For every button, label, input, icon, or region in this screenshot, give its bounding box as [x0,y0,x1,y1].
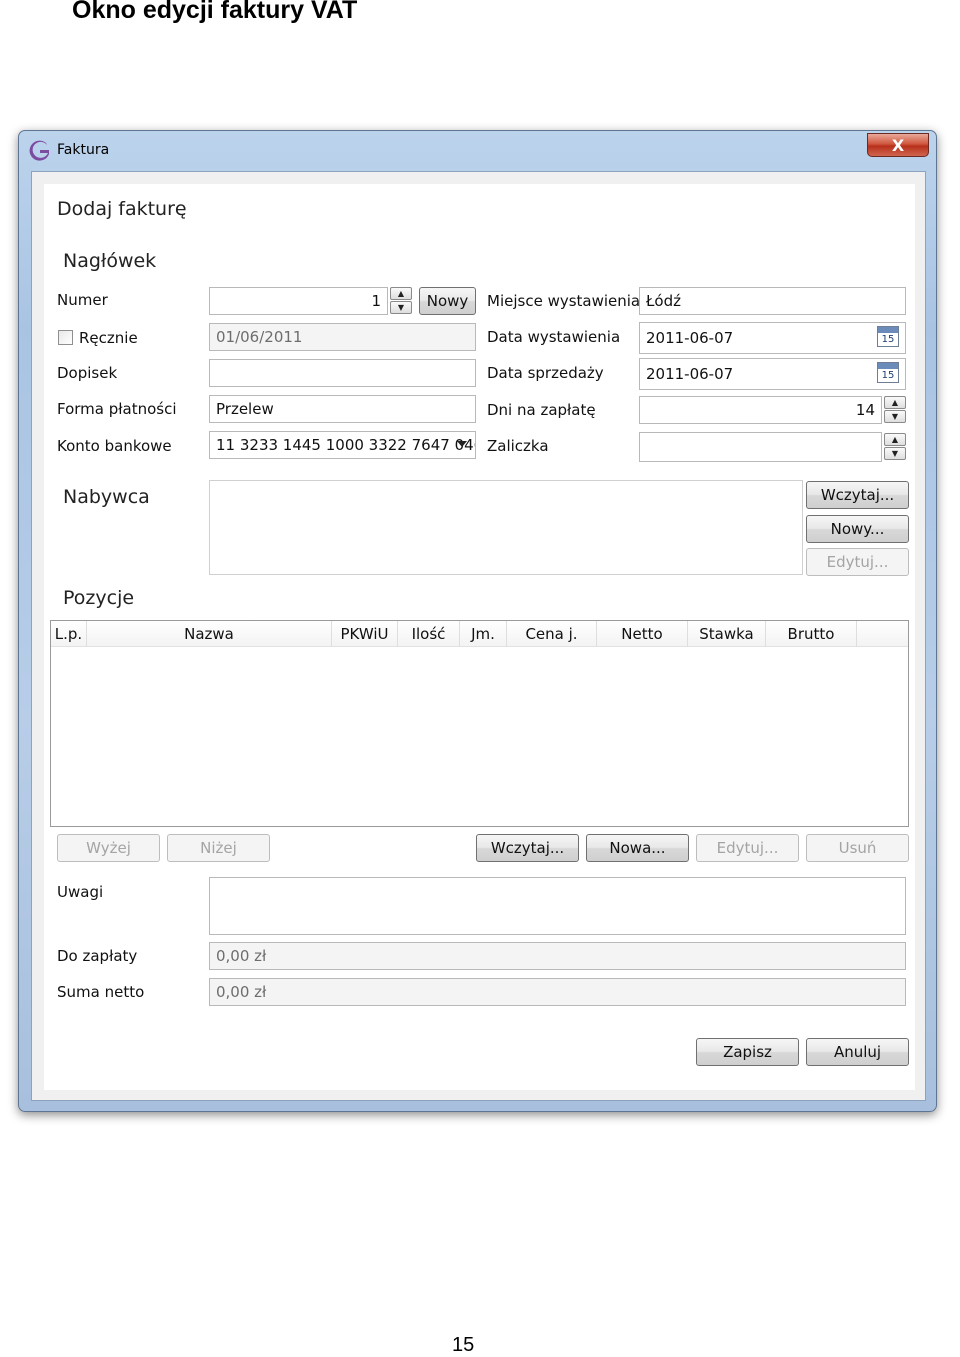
pozycje-load-button[interactable]: Wczytaj... [476,834,579,862]
app-logo-icon [29,140,49,161]
form-panel: Dodaj fakturę Nagłówek Numer 1 ▲ ▼ Nowy … [44,184,915,1090]
spin-down-icon[interactable]: ▼ [884,410,906,423]
page-number: 15 [452,1334,475,1356]
miejsce-wystawienia-input[interactable]: Łódź [639,287,906,315]
data-wystawienia-label: Data wystawienia [487,328,621,346]
dni-na-zaplate-spinner[interactable]: ▲ ▼ [884,396,906,424]
spin-up-icon[interactable]: ▲ [884,433,906,446]
column-header-nazwa[interactable]: Nazwa [87,621,332,647]
table-header-row: L.p. Nazwa PKWiU Ilość Jm. Cena j. Netto… [51,621,908,647]
nabywca-edit-button[interactable]: Edytuj... [806,548,909,576]
column-header-netto[interactable]: Netto [597,621,688,647]
konto-bankowe-select[interactable]: 11 3233 1445 1000 3322 7647 046 [209,431,476,459]
column-header-brutto[interactable]: Brutto [766,621,857,647]
suma-netto-label: Suma netto [57,983,145,1001]
calendar-icon[interactable]: 15 [877,362,899,383]
pozycje-delete-button[interactable]: Usuń [806,834,909,862]
column-header-pkwiu[interactable]: PKWiU [332,621,398,647]
pozycje-table[interactable]: L.p. Nazwa PKWiU Ilość Jm. Cena j. Netto… [50,620,909,827]
miejsce-wystawienia-label: Miejsce wystawienia [487,292,641,310]
do-zaplaty-field: 0,00 zł [209,942,906,970]
client-area: Dodaj fakturę Nagłówek Numer 1 ▲ ▼ Nowy … [31,171,926,1101]
data-wystawienia-value: 2011-06-07 [646,329,734,347]
recznie-checkbox[interactable] [58,330,73,345]
uwagi-textarea[interactable] [209,877,906,935]
spin-down-icon[interactable]: ▼ [390,301,412,314]
data-sprzedazy-label: Data sprzedaży [487,364,604,382]
dni-na-zaplate-input[interactable]: 14 [639,396,882,424]
nabywca-section-title: Nabywca [63,486,150,508]
nabywca-new-button[interactable]: Nowy... [806,515,909,543]
data-sprzedazy-picker[interactable]: 2011-06-07 15 [639,358,906,390]
column-header-ilosc[interactable]: Ilość [398,621,460,647]
spin-up-icon[interactable]: ▲ [884,396,906,409]
zaliczka-label: Zaliczka [487,437,549,455]
data-sprzedazy-value: 2011-06-07 [646,365,734,383]
recznie-date-field[interactable]: 01/06/2011 [209,323,476,351]
header-section-title: Nagłówek [63,250,157,272]
uwagi-label: Uwagi [57,883,104,901]
document-title: Okno edycji faktury VAT [72,0,358,24]
column-header-cena[interactable]: Cena j. [507,621,597,647]
column-header-stawka[interactable]: Stawka [688,621,766,647]
dopisek-label: Dopisek [57,364,118,382]
suma-netto-field: 0,00 zł [209,978,906,1006]
dopisek-input[interactable] [209,359,476,387]
calendar-icon[interactable]: 15 [877,326,899,347]
column-header-lp[interactable]: L.p. [51,621,87,647]
close-button[interactable]: X [867,133,929,157]
nabywca-display[interactable] [209,480,803,575]
forma-platnosci-label: Forma płatności [57,400,177,418]
save-button[interactable]: Zapisz [696,1038,799,1066]
cancel-button[interactable]: Anuluj [806,1038,909,1066]
title-bar[interactable]: Faktura X [19,131,936,171]
pozycje-edit-button[interactable]: Edytuj... [696,834,799,862]
move-down-button[interactable]: Niżej [167,834,270,862]
recznie-label: Ręcznie [79,329,138,347]
zaliczka-spinner[interactable]: ▲ ▼ [884,433,906,461]
nabywca-load-button[interactable]: Wczytaj... [806,481,909,509]
konto-bankowe-value: 11 3233 1445 1000 3322 7647 046 [216,436,476,454]
pozycje-section-title: Pozycje [63,587,135,609]
spin-down-icon[interactable]: ▼ [884,447,906,460]
new-number-button[interactable]: Nowy [419,287,476,315]
data-wystawienia-picker[interactable]: 2011-06-07 15 [639,322,906,354]
invoice-window: Faktura X Dodaj fakturę Nagłówek Numer 1… [18,130,937,1112]
konto-bankowe-label: Konto bankowe [57,437,172,455]
chevron-down-icon[interactable] [457,441,467,447]
zaliczka-input[interactable] [639,432,882,462]
dni-na-zaplate-label: Dni na zapłatę [487,401,596,419]
forma-platnosci-input[interactable]: Przelew [209,395,476,423]
numer-spinner[interactable]: ▲ ▼ [390,287,412,315]
move-up-button[interactable]: Wyżej [57,834,160,862]
window-title: Faktura [57,142,110,158]
numer-input[interactable]: 1 [209,287,388,315]
pozycje-new-button[interactable]: Nowa... [586,834,689,862]
do-zaplaty-label: Do zapłaty [57,947,138,965]
spin-up-icon[interactable]: ▲ [390,287,412,300]
column-header-jm[interactable]: Jm. [460,621,507,647]
numer-label: Numer [57,291,108,309]
form-title: Dodaj fakturę [57,198,187,220]
